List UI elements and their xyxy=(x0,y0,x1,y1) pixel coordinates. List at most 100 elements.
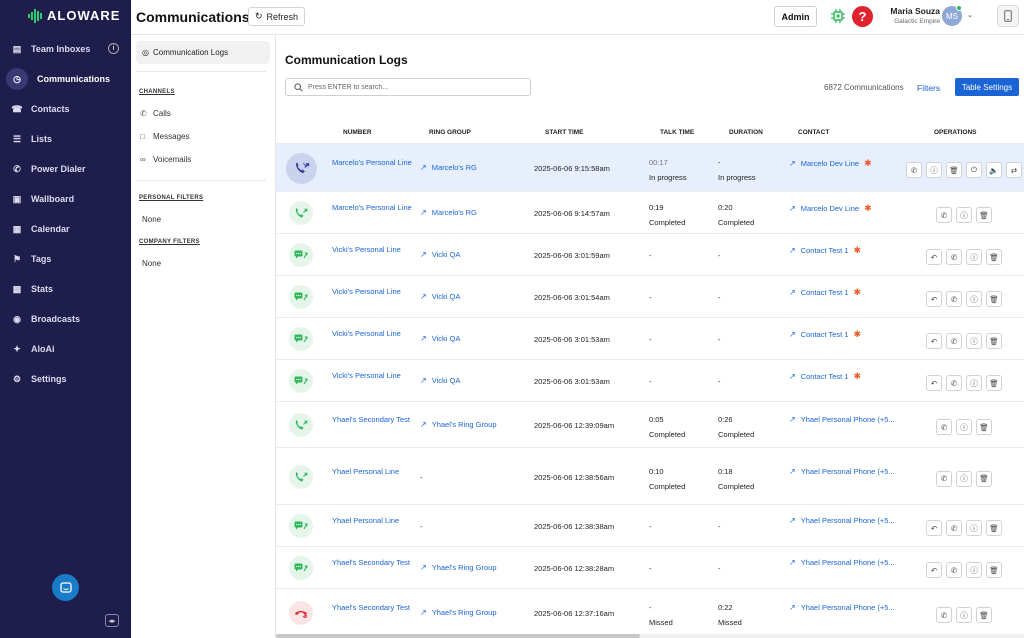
hubspot-icon[interactable]: ✱ xyxy=(854,287,862,298)
contact-link[interactable]: ↗ Yhael Personal Phone (+5... xyxy=(789,516,901,525)
table-row[interactable]: Yhael's Secondary Test ↗ Yhael's Ring Grou… xyxy=(276,546,1024,588)
info-button[interactable]: ⓘ xyxy=(966,520,982,536)
phone-button[interactable]: ✆ xyxy=(946,520,962,536)
search-box[interactable] xyxy=(285,78,531,96)
sidebar-item-lists[interactable]: ☰ Lists xyxy=(4,127,127,151)
info-button[interactable]: ⓘ xyxy=(966,291,982,307)
table-row[interactable]: Yhael's Secondary Test ↗ Yhael's Ring Grou… xyxy=(276,401,1024,447)
sidebar-item-stats[interactable]: ▩ Stats xyxy=(4,277,127,301)
number-link[interactable]: Vicki's Personal Line xyxy=(332,329,416,338)
table-row[interactable]: Yhael's Secondary Test ↗ Yhael's Ring Grou… xyxy=(276,588,1024,636)
info-button[interactable]: ⓘ xyxy=(926,162,942,178)
reply-button[interactable]: ↶ xyxy=(926,375,942,391)
trash-button[interactable]: 🗑 xyxy=(946,162,962,178)
ring-group-link[interactable]: ↗ Vicki QA xyxy=(420,292,460,301)
sms-icon[interactable] xyxy=(289,369,313,393)
reply-button[interactable]: ↶ xyxy=(926,562,942,578)
ring-group-link[interactable]: ↗ Yhael's Ring Group xyxy=(420,608,497,617)
table-row[interactable]: Vicki's Personal Line ↗ Vicki QA 2025-06-06… xyxy=(276,275,1024,317)
trash-button[interactable]: 🗑 xyxy=(986,249,1002,265)
sidebar-item-team-inboxes[interactable]: ▤ Team Inboxes i xyxy=(4,37,127,61)
contact-link[interactable]: ↗ Contact Test 1 ✱ xyxy=(789,245,901,256)
sms-icon[interactable] xyxy=(289,327,313,351)
contact-link[interactable]: ↗ Yhael Personal Phone (+5... xyxy=(789,603,901,612)
table-row[interactable]: Vicki's Personal Line ↗ Vicki QA 2025-06-06… xyxy=(276,359,1024,401)
phone-button[interactable]: ✆ xyxy=(936,470,952,487)
info-button[interactable]: ⓘ xyxy=(966,562,982,578)
column-header-ring-group[interactable]: RING GROUP xyxy=(429,129,471,136)
filters-link[interactable]: Filters xyxy=(917,83,940,93)
phone-button[interactable]: ✆ xyxy=(946,562,962,578)
sidebar-item-aloai[interactable]: ✦ AloAi xyxy=(4,337,127,361)
outbound-call-icon[interactable] xyxy=(289,464,313,489)
missed-call-icon[interactable] xyxy=(289,601,313,625)
refresh-button[interactable]: ↻ Refresh xyxy=(248,7,306,26)
admin-button[interactable]: Admin xyxy=(774,6,817,27)
sidebar-item-broadcasts[interactable]: ◉ Broadcasts xyxy=(4,307,127,331)
ring-group-link[interactable]: ↗ Yhael's Ring Group xyxy=(420,563,497,572)
column-header-contact[interactable]: CONTACT xyxy=(798,129,829,136)
chevron-down-icon[interactable]: ⌄ xyxy=(967,11,973,19)
table-row[interactable]: Vicki's Personal Line ↗ Vicki QA 2025-06-06… xyxy=(276,233,1024,275)
phone-button[interactable]: ✆ xyxy=(946,291,962,307)
info-button[interactable]: ⓘ xyxy=(966,375,982,391)
reply-button[interactable]: ↶ xyxy=(926,520,942,536)
ring-group-link[interactable]: ↗ Vicki QA xyxy=(420,334,460,343)
call-in-progress-icon[interactable] xyxy=(286,152,317,184)
trash-button[interactable]: 🗑 xyxy=(976,419,992,435)
horizontal-scrollbar[interactable] xyxy=(276,634,1024,638)
number-link[interactable]: Marcelo's Personal Line xyxy=(332,203,416,212)
reply-button[interactable]: ↶ xyxy=(926,291,942,307)
sidebar-item-communications[interactable]: ◷ Communications xyxy=(4,67,127,91)
trash-button[interactable]: 🗑 xyxy=(986,375,1002,391)
softphone-button[interactable] xyxy=(997,5,1019,27)
brand-logo[interactable]: ALOWARE xyxy=(28,8,120,23)
number-link[interactable]: Vicki's Personal Line xyxy=(332,245,416,254)
power-button[interactable]: ⏻ xyxy=(966,162,982,178)
trash-button[interactable]: 🗑 xyxy=(986,520,1002,536)
contact-link[interactable]: ↗ Marcelo Dev Line ✱ xyxy=(789,203,901,214)
ring-group-link[interactable]: ↗ Marcelo's RG xyxy=(420,208,477,217)
column-header-duration[interactable]: DURATION xyxy=(729,129,763,136)
scrollbar-thumb[interactable] xyxy=(276,634,640,638)
table-row[interactable]: Marcelo's Personal Line ↗ Marcelo's RG 2025… xyxy=(276,143,1024,191)
transfer-button[interactable]: ⇄ xyxy=(1006,162,1022,178)
trash-button[interactable]: 🗑 xyxy=(986,333,1002,349)
user-name[interactable]: Maria Souza xyxy=(888,6,940,16)
contact-link[interactable]: ↗ Yhael Personal Phone (+5... xyxy=(789,558,901,567)
contact-link[interactable]: ↗ Yhael Personal Phone (+5... xyxy=(789,467,901,476)
sms-icon[interactable] xyxy=(289,285,313,309)
number-link[interactable]: Yhael's Secondary Test xyxy=(332,415,416,424)
phone-button[interactable]: ✆ xyxy=(936,207,952,223)
phone-button[interactable]: ✆ xyxy=(946,375,962,391)
number-link[interactable]: Vicki's Personal Line xyxy=(332,287,416,296)
table-settings-button[interactable]: Table Settings xyxy=(955,78,1019,96)
phone-button[interactable]: ✆ xyxy=(946,249,962,265)
sms-icon[interactable] xyxy=(289,556,313,580)
hubspot-icon[interactable]: ✱ xyxy=(854,329,862,340)
hubspot-icon[interactable]: ✱ xyxy=(854,245,862,256)
info-button[interactable]: ⓘ xyxy=(956,419,972,435)
outbound-call-icon[interactable] xyxy=(289,413,313,437)
info-button[interactable]: ⓘ xyxy=(966,333,982,349)
sidebar-item-wallboard[interactable]: ▣ Wallboard xyxy=(4,187,127,211)
phone-button[interactable]: ✆ xyxy=(936,419,952,435)
trash-button[interactable]: 🗑 xyxy=(976,207,992,223)
contact-link[interactable]: ↗ Marcelo Dev Line ✱ xyxy=(789,158,901,169)
hubspot-icon[interactable]: ✱ xyxy=(864,203,872,214)
ring-group-link[interactable]: ↗ Vicki QA xyxy=(420,250,460,259)
personal-filters-value[interactable]: None xyxy=(142,215,161,224)
column-header-talk-time[interactable]: TALK TIME xyxy=(660,129,694,136)
number-link[interactable]: Marcelo's Personal Line xyxy=(332,158,416,167)
contact-link[interactable]: ↗ Yhael Personal Phone (+5... xyxy=(789,415,901,424)
number-link[interactable]: Yhael's Secondary Test xyxy=(332,603,416,612)
channel-messages[interactable]: □ Messages xyxy=(140,132,189,141)
trash-button[interactable]: 🗑 xyxy=(986,291,1002,307)
info-button[interactable]: ⓘ xyxy=(956,470,972,487)
column-header-number[interactable]: NUMBER xyxy=(343,129,372,136)
chip-icon[interactable] xyxy=(831,9,845,23)
info-button[interactable]: ⓘ xyxy=(966,249,982,265)
column-header-start-time[interactable]: START TIME xyxy=(545,129,584,136)
sidebar-item-contacts[interactable]: ☎ Contacts xyxy=(4,97,127,121)
table-row[interactable]: Marcelo's Personal Line ↗ Marcelo's RG 2025… xyxy=(276,191,1024,233)
